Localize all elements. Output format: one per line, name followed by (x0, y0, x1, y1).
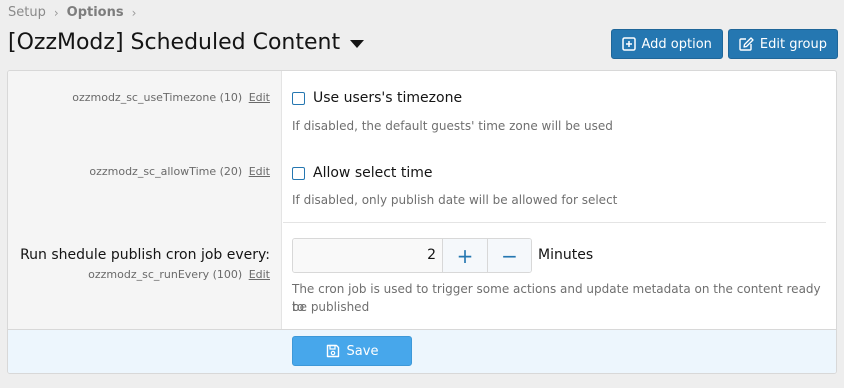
option-id-run-every: ozzmodz_sc_runEvery (100) (88, 268, 243, 281)
edit-group-button[interactable]: Edit group (727, 29, 838, 59)
section-divider (283, 222, 826, 223)
option-id-allow-time: ozzmodz_sc_allowTime (20) (89, 165, 243, 178)
option-id-use-timezone: ozzmodz_sc_useTimezone (10) (72, 91, 243, 104)
breadcrumb-item-options[interactable]: Options (67, 5, 124, 20)
options-control-column: Use users's timezone If disabled, the de… (283, 71, 836, 331)
increment-button[interactable]: + (443, 239, 487, 272)
use-timezone-label: Use users's timezone (313, 90, 463, 106)
option-label-run-every: Run shedule publish cron job every: (20, 247, 270, 263)
caret-down-icon[interactable] (350, 40, 365, 48)
decrement-button[interactable]: − (487, 239, 531, 272)
breadcrumb: Setup › Options › (8, 5, 136, 20)
breadcrumb-separator: › (53, 5, 59, 20)
run-every-unit: Minutes (538, 247, 594, 263)
save-label: Save (346, 343, 379, 359)
use-timezone-hint: If disabled, the default guests' time zo… (292, 119, 613, 133)
page-title: [OzzModz] Scheduled Content (8, 30, 341, 55)
run-every-hint-line-2: be published (292, 300, 370, 314)
use-timezone-option[interactable]: Use users's timezone (292, 90, 462, 106)
edit-link-use-timezone[interactable]: Edit (249, 91, 270, 104)
use-timezone-checkbox[interactable] (292, 91, 305, 105)
breadcrumb-item-setup[interactable]: Setup (8, 5, 46, 20)
title-row: [OzzModz] Scheduled Content (8, 30, 365, 55)
option-id-text: ozzmodz_sc_runEvery (100) Edit (88, 268, 270, 281)
run-every-hint-line-1: The cron job is used to trigger some act… (292, 282, 821, 314)
breadcrumb-separator: › (131, 5, 137, 20)
add-option-label: Add option (641, 36, 712, 52)
save-button[interactable]: Save (292, 336, 412, 366)
plus-icon: + (456, 243, 474, 268)
edit-link-run-every[interactable]: Edit (249, 268, 270, 281)
minus-icon: − (501, 243, 518, 268)
option-id-text: ozzmodz_sc_allowTime (20) Edit (89, 165, 270, 178)
edit-group-label: Edit group (759, 36, 827, 52)
plus-square-icon (621, 37, 636, 51)
run-every-stepper: 2 + − (292, 238, 532, 273)
header-actions: Add option Edit group (610, 29, 838, 59)
allow-time-checkbox[interactable] (292, 166, 305, 180)
add-option-button[interactable]: Add option (610, 29, 723, 59)
allow-time-label: Allow select time (313, 165, 433, 181)
options-panel: ozzmodz_sc_useTimezone (10) Edit ozzmodz… (7, 70, 837, 374)
run-every-input[interactable]: 2 (293, 239, 443, 272)
form-footer: Save (8, 329, 836, 373)
options-label-column: ozzmodz_sc_useTimezone (10) Edit ozzmodz… (8, 71, 282, 331)
allow-time-hint: If disabled, only publish date will be a… (292, 193, 618, 207)
option-id-text: ozzmodz_sc_useTimezone (10) Edit (72, 91, 270, 104)
edit-square-icon (739, 37, 754, 51)
allow-time-option[interactable]: Allow select time (292, 165, 433, 181)
save-icon (326, 344, 339, 358)
edit-link-allow-time[interactable]: Edit (249, 165, 270, 178)
